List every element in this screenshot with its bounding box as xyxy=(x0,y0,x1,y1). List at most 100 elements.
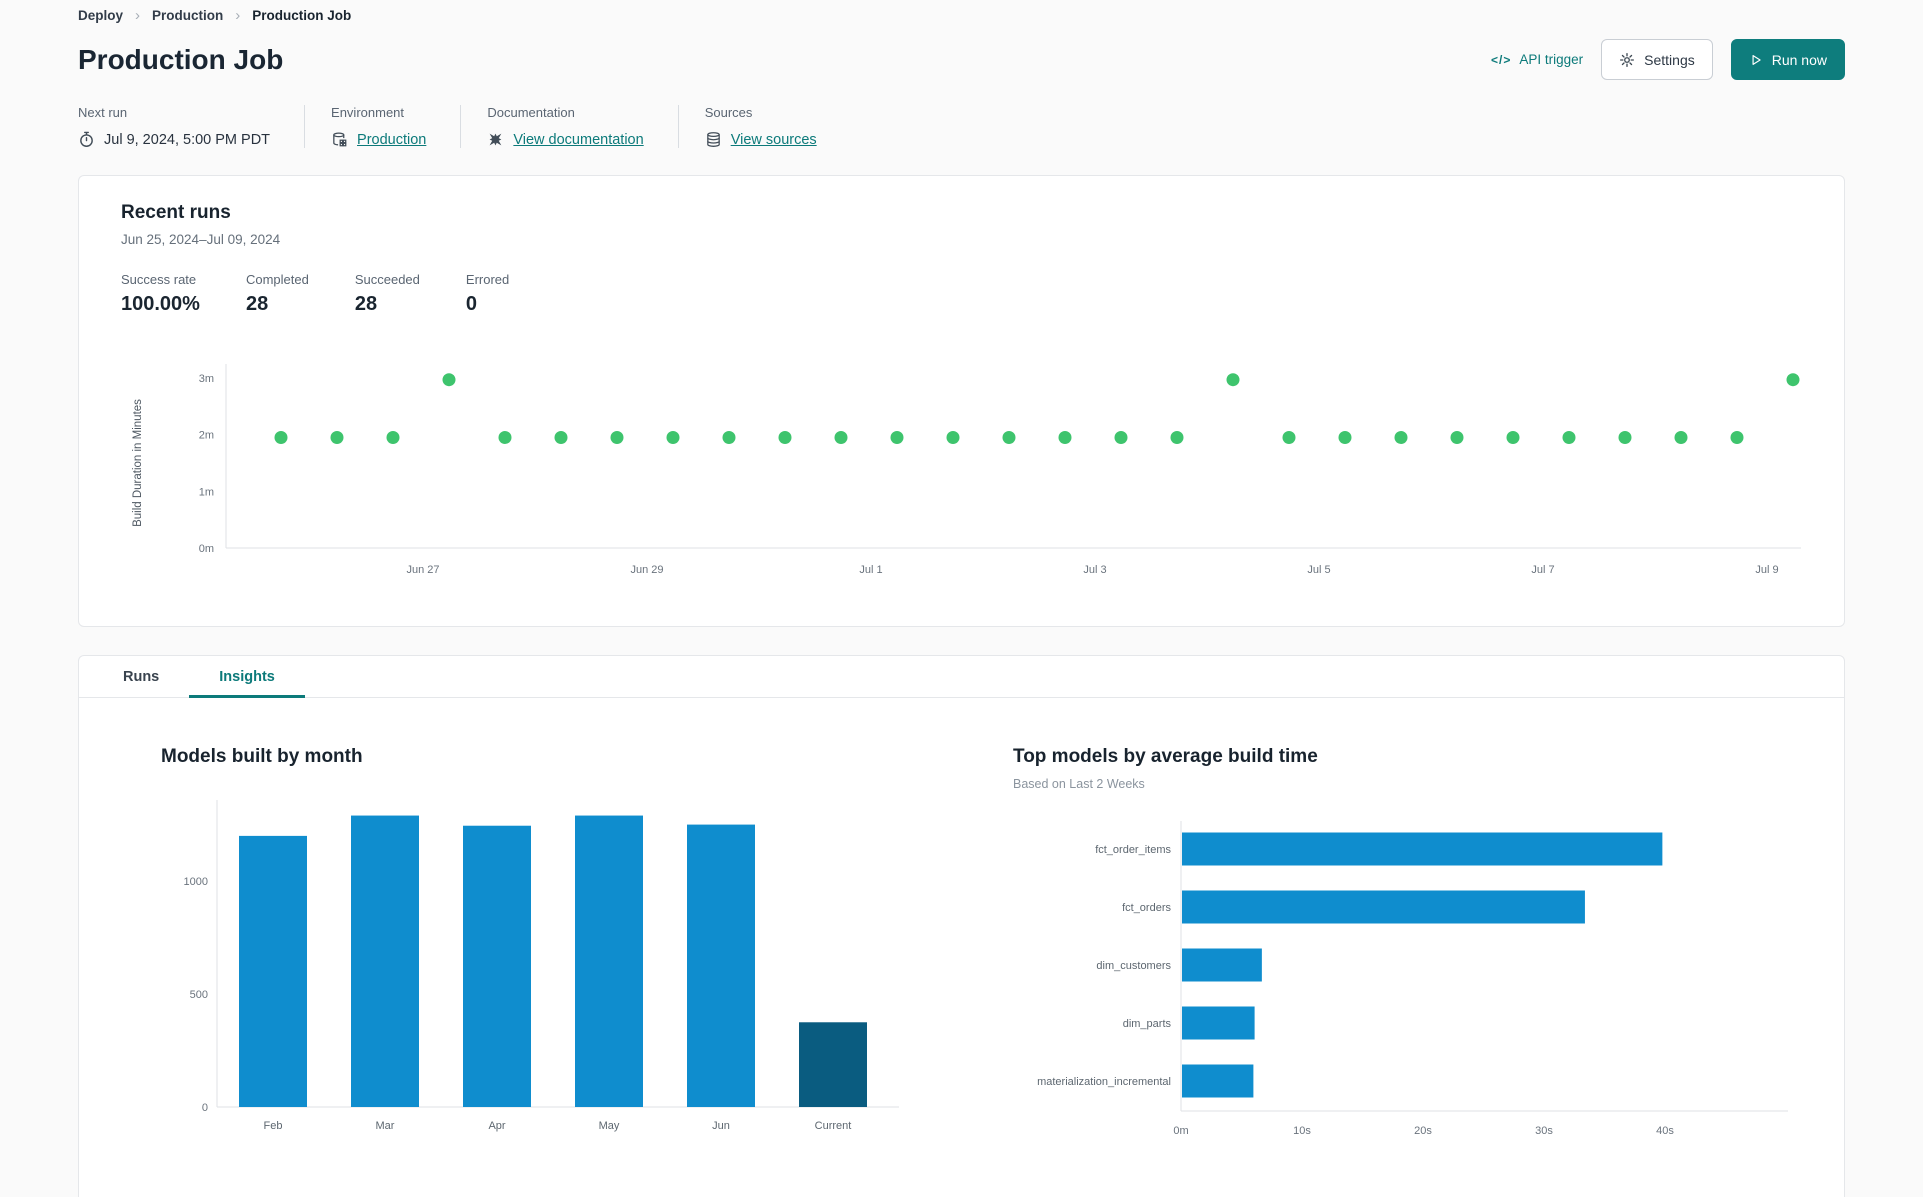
run-duration-point xyxy=(1562,431,1576,444)
run-duration-point xyxy=(1282,431,1296,444)
month-bar xyxy=(575,815,643,1107)
run-duration-point xyxy=(778,431,792,444)
top-models-chart-subtitle: Based on Last 2 Weeks xyxy=(1013,777,1145,791)
run-now-button[interactable]: Run now xyxy=(1730,39,1845,80)
stat-succeeded: Succeeded 28 xyxy=(354,272,420,315)
model-build-time-bar xyxy=(1182,1006,1255,1040)
run-duration-point xyxy=(1506,431,1520,444)
tab-bar: Runs Insights xyxy=(79,656,1844,698)
breadcrumb-production[interactable]: Production xyxy=(152,8,223,23)
breadcrumb-deploy[interactable]: Deploy xyxy=(78,8,123,23)
x-tick-label: Jul 9 xyxy=(1755,564,1778,576)
x-tick-label: 30s xyxy=(1535,1125,1553,1137)
database-icon xyxy=(705,131,722,148)
breadcrumb: Deploy › Production › Production Job xyxy=(78,0,1845,24)
info-sources: Sources View sources xyxy=(677,105,851,148)
recent-runs-card: Recent runs Jun 25, 2024–Jul 09, 2024 Su… xyxy=(78,175,1845,627)
info-environment: Environment Production xyxy=(304,105,460,148)
x-tick-label: Jun 29 xyxy=(630,564,663,576)
play-icon xyxy=(1749,53,1763,67)
model-build-time-bar xyxy=(1182,1064,1254,1098)
models-built-chart-title: Models built by month xyxy=(161,746,363,767)
run-duration-point xyxy=(1226,373,1240,387)
documentation-label: Documentation xyxy=(487,105,575,120)
model-build-time-bar xyxy=(1182,890,1585,924)
y-tick-label: 3m xyxy=(199,373,214,385)
header-actions: </> API trigger Settings Run now xyxy=(1491,39,1845,80)
model-name-label: materialization_incremental xyxy=(1037,1076,1171,1088)
stat-completed: Completed 28 xyxy=(245,272,309,315)
code-icon: </> xyxy=(1491,52,1512,67)
run-duration-point xyxy=(1730,431,1744,444)
stat-success-rate: Success rate 100.00% xyxy=(121,272,200,315)
category-label: Jun xyxy=(712,1120,730,1132)
category-label: Feb xyxy=(264,1120,283,1132)
run-duration-point xyxy=(722,431,736,444)
page: Deploy › Production › Production Job Pro… xyxy=(0,0,1923,1197)
stopwatch-icon xyxy=(78,131,95,148)
tab-runs[interactable]: Runs xyxy=(93,656,189,697)
models-built-by-month-section: Models built by month 0 500 1000 Feb Mar Apr M… xyxy=(161,746,921,1151)
y-tick-label: 1m xyxy=(199,486,214,498)
run-duration-point xyxy=(1170,431,1184,444)
month-bar xyxy=(799,1022,867,1107)
info-documentation: Documentation View documentation xyxy=(460,105,677,148)
run-duration-point xyxy=(1002,431,1016,444)
run-duration-point xyxy=(1338,431,1352,444)
run-duration-point xyxy=(442,373,456,387)
header-row: Production Job </> API trigger Settings xyxy=(78,39,1845,80)
scatter-y-axis-title: Build Duration in Minutes xyxy=(132,399,144,527)
run-duration-point xyxy=(274,431,288,444)
y-tick-label: 2m xyxy=(199,430,214,442)
job-info-row: Next run Jul 9, 2024, 5:00 PM PDT Enviro… xyxy=(78,105,1845,148)
run-duration-point xyxy=(1450,431,1464,444)
settings-button[interactable]: Settings xyxy=(1601,39,1713,80)
page-title: Production Job xyxy=(78,43,284,75)
environment-link[interactable]: Production xyxy=(357,132,426,148)
model-name-label: dim_customers xyxy=(1096,960,1171,972)
run-duration-point xyxy=(1114,431,1128,444)
top-models-svg: fct_order_items fct_orders dim_customersdi… xyxy=(1037,821,1788,1137)
view-sources-link[interactable]: View sources xyxy=(731,132,817,148)
model-build-time-bar xyxy=(1182,832,1663,866)
model-name-label: dim_parts xyxy=(1123,1018,1172,1030)
month-bar xyxy=(239,835,307,1107)
api-trigger-link[interactable]: </> API trigger xyxy=(1491,52,1583,67)
category-label: Current xyxy=(815,1120,852,1132)
x-tick-label: Jul 5 xyxy=(1307,564,1330,576)
insights-panel: Runs Insights Models built by month 0 500… xyxy=(78,655,1845,1197)
month-bar xyxy=(687,824,755,1107)
models-built-by-month-chart: 0 500 1000 Feb Mar Apr May Jun Current xyxy=(161,794,921,1151)
tab-insights[interactable]: Insights xyxy=(189,656,305,698)
x-tick-label: 20s xyxy=(1414,1125,1432,1137)
run-duration-point xyxy=(1618,431,1632,444)
y-tick-label: 500 xyxy=(190,989,208,1001)
run-duration-point xyxy=(610,431,624,444)
settings-label: Settings xyxy=(1644,51,1695,68)
run-duration-point xyxy=(666,431,680,444)
info-next-run: Next run Jul 9, 2024, 5:00 PM PDT xyxy=(78,105,304,148)
month-bar xyxy=(351,815,419,1107)
category-label: Apr xyxy=(488,1120,505,1132)
gear-icon xyxy=(1619,52,1635,68)
run-duration-point xyxy=(1394,431,1408,444)
build-duration-scatter-chart: Build Duration in Minutes 0m 1m 2m 3m Jun 27 J… xyxy=(121,338,1802,605)
insights-charts-row: Models built by month 0 500 1000 Feb Mar Apr M… xyxy=(79,698,1844,1151)
view-documentation-link[interactable]: View documentation xyxy=(513,132,643,148)
y-tick-label: 1000 xyxy=(184,876,208,888)
chevron-right-icon: › xyxy=(135,7,141,24)
run-now-label: Run now xyxy=(1771,51,1827,68)
x-tick-label: Jul 3 xyxy=(1083,564,1106,576)
top-models-chart: fct_order_items fct_orders dim_customers di… xyxy=(1013,811,1813,1151)
x-tick-label: 40s xyxy=(1656,1125,1674,1137)
x-tick-label: 0m xyxy=(1173,1125,1188,1137)
run-duration-point xyxy=(1786,373,1800,387)
category-label: May xyxy=(599,1120,620,1132)
breadcrumb-production-job: Production Job xyxy=(252,8,352,23)
chevron-right-icon: › xyxy=(235,7,241,24)
run-duration-point xyxy=(890,431,904,444)
run-duration-point xyxy=(1674,431,1688,444)
top-models-chart-title: Top models by average build time xyxy=(1013,746,1318,767)
run-duration-point xyxy=(386,431,400,444)
sources-label: Sources xyxy=(704,105,753,120)
